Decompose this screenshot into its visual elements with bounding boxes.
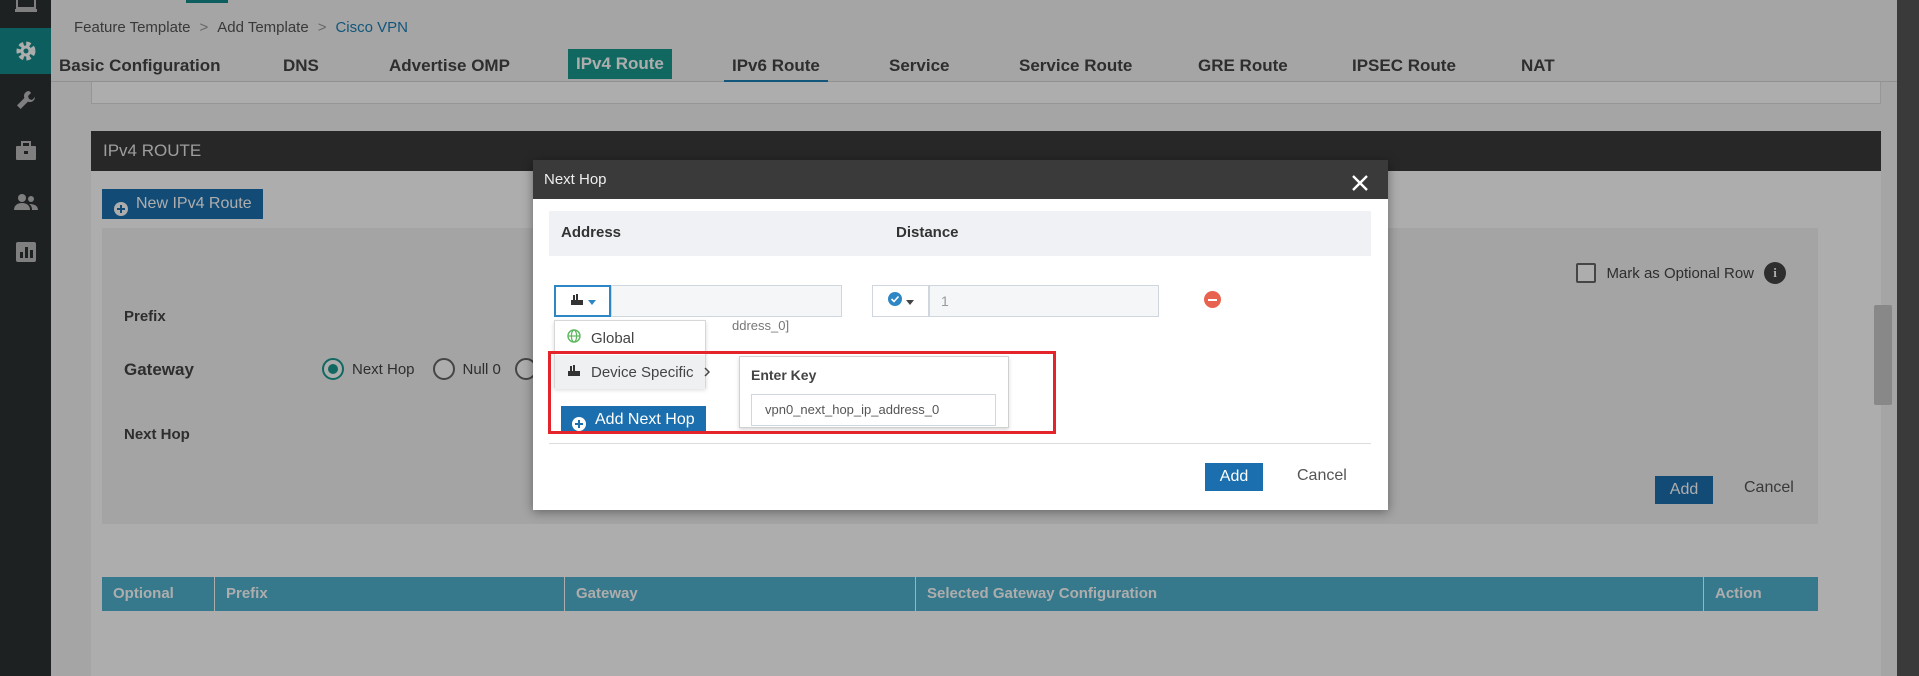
remove-row-icon[interactable] [1204, 291, 1221, 308]
modal-add-button[interactable]: Add [1205, 463, 1263, 491]
modal-divider [549, 443, 1371, 444]
modal-title: Next Hop [544, 171, 607, 188]
globe-icon [567, 329, 581, 347]
menu-item-global-label: Global [591, 329, 635, 347]
distance-scope-dropdown[interactable] [872, 285, 929, 317]
next-hop-grid-header: Address Distance [549, 211, 1371, 256]
address-hint-text: ddress_0] [732, 318, 790, 333]
address-scope-dropdown[interactable] [554, 285, 611, 317]
modal-header: Next Hop [533, 160, 1388, 199]
next-hop-modal: Next Hop Address Distance ddress_0] 1 Gl… [533, 160, 1388, 510]
address-input[interactable] [611, 285, 842, 317]
address-column-label: Address [561, 224, 622, 241]
chevron-down-icon [905, 292, 914, 310]
annotation-highlight-box [548, 351, 1056, 434]
distance-input[interactable]: 1 [929, 285, 1159, 317]
check-circle-icon [887, 291, 902, 311]
menu-item-global[interactable]: Global [555, 321, 705, 355]
distance-column-label: Distance [896, 224, 959, 241]
close-icon[interactable] [1350, 169, 1370, 191]
router-icon [570, 292, 584, 311]
scrollbar-track[interactable] [1897, 0, 1919, 676]
chevron-down-icon [587, 292, 596, 310]
scrollbar-thumb[interactable] [1874, 305, 1892, 405]
modal-cancel-button[interactable]: Cancel [1297, 467, 1347, 485]
